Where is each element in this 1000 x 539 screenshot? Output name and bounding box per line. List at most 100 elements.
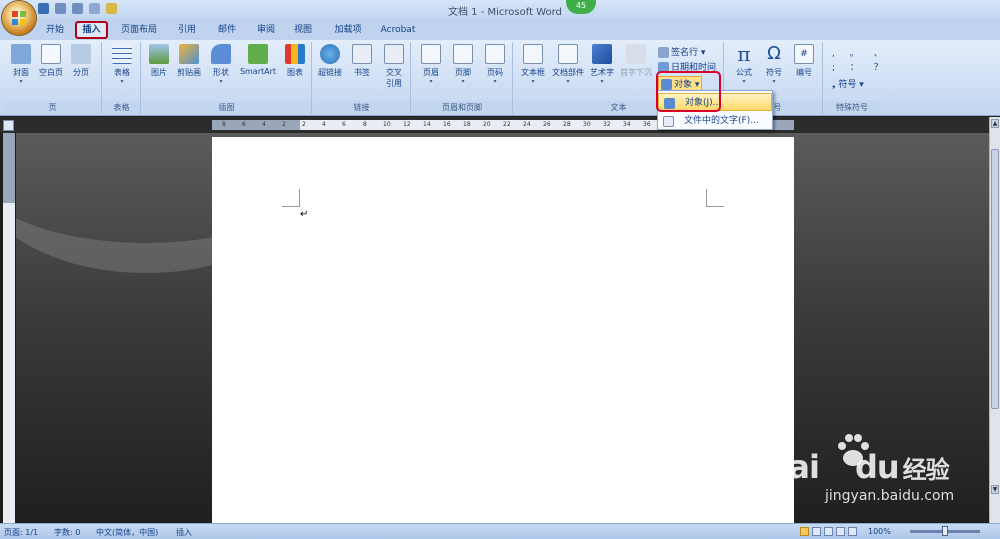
- full-screen-icon[interactable]: [812, 527, 821, 536]
- footer-icon: [453, 44, 473, 64]
- print-icon[interactable]: [89, 3, 100, 14]
- object-button[interactable]: 对象 ▾: [658, 76, 703, 91]
- scroll-up-icon[interactable]: ▲: [991, 119, 999, 128]
- tab-addins[interactable]: 加载项: [328, 21, 368, 39]
- picture-button[interactable]: 图片: [144, 44, 174, 78]
- number-icon: #: [794, 44, 814, 64]
- ruler-number: 8: [363, 121, 367, 128]
- signature-line-button[interactable]: 签名行 ▾: [658, 45, 705, 58]
- drop-cap-icon: [626, 44, 646, 64]
- date-time-button[interactable]: 日期和时间: [658, 60, 716, 73]
- notification-badge: 45: [566, 0, 596, 14]
- tab-review[interactable]: 审阅: [251, 21, 281, 39]
- chart-button[interactable]: 图表: [280, 44, 310, 78]
- office-button[interactable]: [2, 1, 36, 35]
- globe-icon: [320, 44, 340, 64]
- quick-access-toolbar: [38, 3, 117, 14]
- page-number-icon: [485, 44, 505, 64]
- web-layout-icon[interactable]: [824, 527, 833, 536]
- quick-parts-button[interactable]: 文档部件 ▾: [550, 44, 586, 85]
- scroll-down-icon[interactable]: ▼: [991, 485, 999, 494]
- save-icon[interactable]: [38, 3, 49, 14]
- ruler-number: 22: [503, 121, 511, 128]
- textbox-button[interactable]: 文本框 ▾: [516, 44, 550, 85]
- page-break-button[interactable]: 分页: [66, 44, 96, 78]
- redo-icon[interactable]: [72, 3, 83, 14]
- print-layout-icon[interactable]: [800, 527, 809, 536]
- symbol-button[interactable]: Ω 符号 ▾: [759, 43, 789, 86]
- ruler-number: 26: [543, 121, 551, 128]
- tab-mailings[interactable]: 邮件: [212, 21, 242, 39]
- group-links: 超链接 书签 交叉 引用 链接: [313, 42, 411, 114]
- wordart-button[interactable]: 艺术字 ▾: [586, 44, 618, 85]
- smartart-button[interactable]: SmartArt: [238, 44, 278, 76]
- tab-home[interactable]: 开始: [40, 21, 70, 39]
- cross-reference-button[interactable]: 交叉 引用: [379, 44, 409, 89]
- hyperlink-button[interactable]: 超链接: [315, 44, 345, 78]
- baidu-jingyan-watermark: Bai du 经验 jingyan.baidu.com: [765, 430, 985, 520]
- ruler-number: 36: [643, 121, 651, 128]
- drop-cap-button[interactable]: 首字下沉: [618, 44, 654, 78]
- header-button[interactable]: 页眉 ▾: [416, 44, 446, 85]
- zoom-level[interactable]: 100%: [868, 527, 891, 536]
- shapes-button[interactable]: 形状 ▾: [206, 44, 236, 85]
- draft-icon[interactable]: [848, 527, 857, 536]
- equation-button[interactable]: π 公式 ▾: [729, 44, 759, 85]
- special-symbols-grid[interactable]: , 。 、: [832, 46, 889, 59]
- menu-item-text-from-file[interactable]: 文件中的文字(F)...: [658, 112, 772, 130]
- numbering-button[interactable]: # 编号: [789, 44, 819, 78]
- blank-page-button[interactable]: 空白页: [36, 44, 66, 78]
- ruler-number: 6: [342, 121, 346, 128]
- open-icon[interactable]: [106, 3, 117, 14]
- tab-view[interactable]: 视图: [288, 21, 318, 39]
- tab-page-layout[interactable]: 页面布局: [117, 21, 161, 39]
- status-page[interactable]: 页面: 1/1: [4, 527, 38, 538]
- omega-icon: Ω: [767, 43, 781, 64]
- office-logo-icon: [12, 11, 26, 25]
- menu-item-object[interactable]: 对象(J)...: [658, 93, 772, 111]
- table-button[interactable]: 表格 ▾: [107, 44, 137, 85]
- table-icon: [112, 44, 132, 64]
- group-header-footer: 页眉 ▾ 页脚 ▾ 页码 ▾ 页眉和页脚: [412, 42, 513, 114]
- picture-icon: [149, 44, 169, 64]
- tab-selector[interactable]: [3, 120, 14, 131]
- ruler-number: 16: [443, 121, 451, 128]
- cover-page-button[interactable]: 封面 ▾: [6, 44, 36, 85]
- cover-page-icon: [11, 44, 31, 64]
- group-label-special-symbols: 特殊符号: [824, 101, 880, 114]
- vertical-scrollbar[interactable]: ▲ ▼: [989, 117, 1000, 523]
- outline-icon[interactable]: [836, 527, 845, 536]
- crop-mark-left: [282, 189, 300, 207]
- group-label-tables: 表格: [103, 101, 140, 114]
- special-symbol-button[interactable]: ❟ 符号 ▾: [832, 77, 864, 90]
- ribbon: 封面 ▾ 空白页 分页 页 表格 ▾ 表格 图片 剪贴画 形状 ▾ SmartArt …: [0, 40, 1000, 116]
- text-cursor: ↵: [300, 209, 309, 220]
- ruler-number: 4: [262, 121, 266, 128]
- document-page[interactable]: ↵: [212, 137, 794, 523]
- page-break-icon: [71, 44, 91, 64]
- status-word-count[interactable]: 字数: 0: [54, 527, 80, 538]
- group-pages: 封面 ▾ 空白页 分页 页: [4, 42, 102, 114]
- bookmark-button[interactable]: 书签: [347, 44, 377, 78]
- status-language[interactable]: 中文(简体，中国): [96, 527, 158, 538]
- horizontal-ruler: 8642246810121416182022242628303234363840…: [0, 117, 1000, 133]
- special-symbols-grid-2[interactable]: ; ： ？: [832, 60, 889, 73]
- undo-icon[interactable]: [55, 3, 66, 14]
- tab-insert[interactable]: 插入: [75, 21, 108, 39]
- header-icon: [421, 44, 441, 64]
- footer-button[interactable]: 页脚 ▾: [448, 44, 478, 85]
- tab-references[interactable]: 引用: [172, 21, 202, 39]
- ruler-number: 10: [383, 121, 391, 128]
- object-dropdown-menu: 对象(J)... 文件中的文字(F)...: [657, 90, 773, 130]
- view-buttons: [800, 527, 857, 536]
- ruler-number: 2: [302, 121, 306, 128]
- bookmark-icon: [352, 44, 372, 64]
- tab-acrobat[interactable]: Acrobat: [376, 21, 420, 39]
- page-number-button[interactable]: 页码 ▾: [480, 44, 510, 85]
- clipart-button[interactable]: 剪贴画: [174, 44, 204, 78]
- scroll-thumb[interactable]: [991, 149, 999, 409]
- ruler-number: 12: [403, 121, 411, 128]
- zoom-slider-knob[interactable]: [942, 526, 948, 536]
- quick-parts-icon: [558, 44, 578, 64]
- status-insert-mode[interactable]: 插入: [176, 527, 192, 538]
